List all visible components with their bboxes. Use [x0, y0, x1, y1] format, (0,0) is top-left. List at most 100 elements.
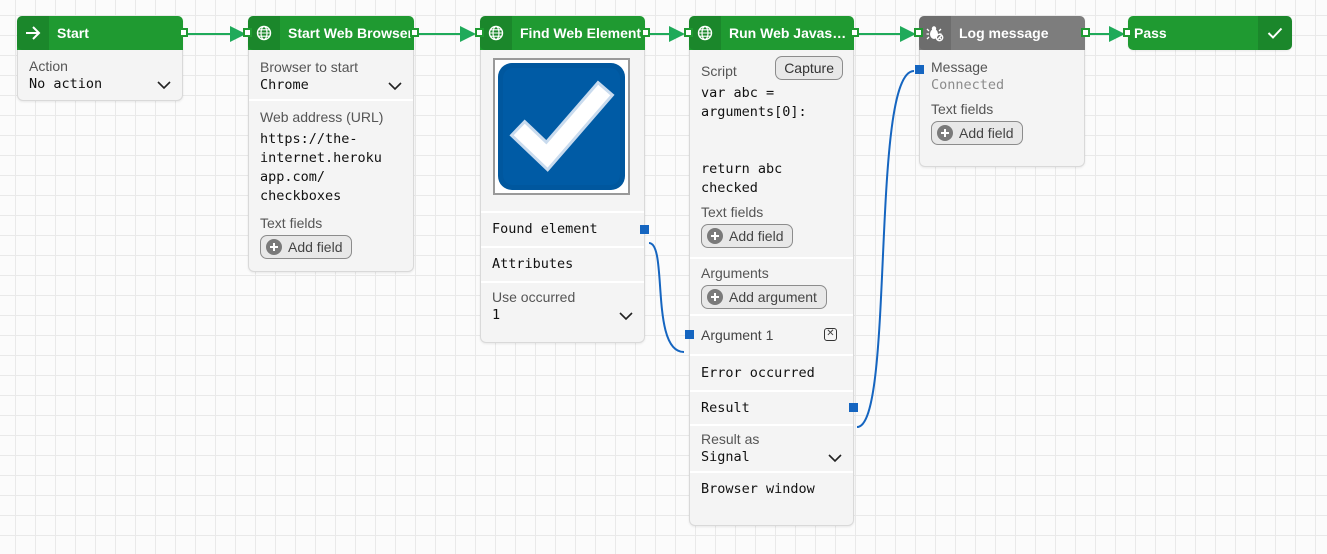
plus-icon [707, 228, 723, 244]
found-element-output: Found element [481, 211, 649, 246]
argument-1-row: Argument 1 ✕ [685, 314, 853, 354]
output-port[interactable] [179, 28, 188, 37]
use-occurred-select[interactable]: 1 [492, 306, 633, 325]
url-label: Web address (URL) [260, 109, 384, 125]
result-port[interactable] [849, 403, 858, 412]
connection-wires [186, 26, 1125, 428]
arguments-label: Arguments [701, 265, 769, 281]
message-port[interactable] [915, 65, 924, 74]
pass-node-header[interactable]: Pass [1123, 16, 1292, 50]
result-as-select[interactable]: Signal [701, 448, 842, 467]
found-element-label: Found element [492, 221, 598, 237]
script-editor[interactable]: var abc = arguments[0]: return abc check… [701, 84, 842, 198]
node-title: Log message [959, 25, 1049, 41]
action-label: Action [29, 58, 68, 74]
globe-icon [480, 16, 512, 50]
found-element-port[interactable] [640, 225, 649, 234]
use-occurred-label: Use occurred [492, 289, 576, 305]
plus-icon [937, 125, 953, 141]
browser-window-row: Browser window [690, 471, 853, 505]
add-argument-label: Add argument [729, 289, 817, 305]
node-title: Start [57, 25, 89, 41]
script-line: return abc [701, 161, 783, 177]
input-port[interactable] [684, 28, 693, 37]
url-line: app.com/ [260, 169, 326, 185]
script-line [701, 141, 842, 160]
result-row: Result [690, 390, 858, 424]
browser-label: Browser to start [260, 59, 359, 75]
plus-icon [266, 239, 282, 255]
globe-icon [248, 16, 280, 50]
text-fields-label: Text fields [931, 101, 994, 117]
globe-icon [689, 16, 721, 50]
add-field-button[interactable]: Add field [931, 121, 1024, 145]
script-line [701, 122, 842, 141]
chevron-down-icon [157, 80, 171, 89]
result-as-value: Signal [701, 449, 750, 465]
browser-value: Chrome [260, 77, 309, 93]
node-title: Find Web Element [520, 25, 642, 41]
bug-icon [919, 16, 951, 50]
close-icon[interactable]: ✕ [824, 328, 837, 341]
input-port[interactable] [475, 28, 484, 37]
script-line: arguments[0]: [701, 104, 807, 120]
plus-icon [707, 289, 723, 305]
script-line: checked [701, 180, 758, 196]
message-input[interactable]: Connected [931, 76, 1073, 95]
script-line: var abc = [701, 85, 775, 101]
start-node-header[interactable]: Start [17, 16, 188, 50]
chevron-down-icon [388, 81, 402, 90]
node-title: Run Web Javascr... [729, 25, 854, 41]
checkbox-checked-icon [495, 60, 628, 193]
run-web-javascript-header[interactable]: Run Web Javascr... [684, 16, 859, 50]
action-value: No action [29, 76, 103, 92]
find-web-element-node[interactable]: Find Web Element Found element Attribute… [475, 16, 650, 343]
error-occurred-row: Error occurred [690, 354, 853, 390]
argument-1-port[interactable] [685, 330, 694, 339]
add-field-label: Add field [288, 239, 343, 255]
capture-button[interactable]: Capture [775, 56, 843, 80]
start-web-browser-header[interactable]: Start Web Browser [243, 16, 419, 50]
run-web-javascript-node[interactable]: Run Web Javascr... Script Capture var ab… [684, 16, 859, 526]
output-port[interactable] [850, 28, 859, 37]
result-as-label: Result as [701, 431, 760, 447]
arrow-right-icon [17, 16, 49, 50]
use-occurred-value: 1 [492, 307, 501, 323]
attributes-row[interactable]: Attributes [481, 246, 644, 281]
start-node[interactable]: Start Action No action [17, 16, 188, 101]
wire-result-message [856, 70, 915, 428]
browser-window-label: Browser window [701, 481, 815, 497]
input-port[interactable] [914, 28, 923, 37]
find-web-element-header[interactable]: Find Web Element [475, 16, 650, 50]
url-input[interactable]: https://the- internet.heroku app.com/ ch… [260, 130, 402, 206]
action-select[interactable]: No action [29, 75, 171, 94]
message-label: Message [931, 59, 988, 75]
chevron-down-icon [619, 311, 633, 320]
log-message-node[interactable]: Log message Message Connected Text field… [914, 16, 1090, 167]
input-port[interactable] [1123, 28, 1132, 37]
url-line: https://the- [260, 131, 358, 147]
text-fields-label: Text fields [701, 204, 764, 220]
add-field-button[interactable]: Add field [701, 224, 794, 248]
error-occurred-label: Error occurred [701, 365, 815, 381]
start-web-browser-node[interactable]: Start Web Browser Browser to start Chrom… [243, 16, 419, 272]
pass-node[interactable]: Pass [1123, 16, 1292, 50]
url-line: checkboxes [260, 188, 342, 204]
add-field-label: Add field [959, 125, 1014, 141]
attributes-label: Attributes [492, 256, 574, 272]
input-port[interactable] [243, 28, 252, 37]
chevron-down-icon [828, 453, 842, 462]
add-field-label: Add field [729, 228, 784, 244]
add-argument-button[interactable]: Add argument [701, 285, 827, 309]
log-message-header[interactable]: Log message [914, 16, 1090, 50]
add-field-button[interactable]: Add field [260, 235, 353, 259]
output-port[interactable] [1081, 28, 1090, 37]
output-port[interactable] [641, 28, 650, 37]
text-fields-label: Text fields [260, 215, 323, 231]
element-screenshot [493, 58, 630, 195]
check-icon [1258, 16, 1292, 50]
output-port[interactable] [410, 28, 419, 37]
node-title: Start Web Browser [288, 25, 413, 41]
url-line: internet.heroku [260, 150, 382, 166]
browser-select[interactable]: Chrome [260, 76, 402, 95]
